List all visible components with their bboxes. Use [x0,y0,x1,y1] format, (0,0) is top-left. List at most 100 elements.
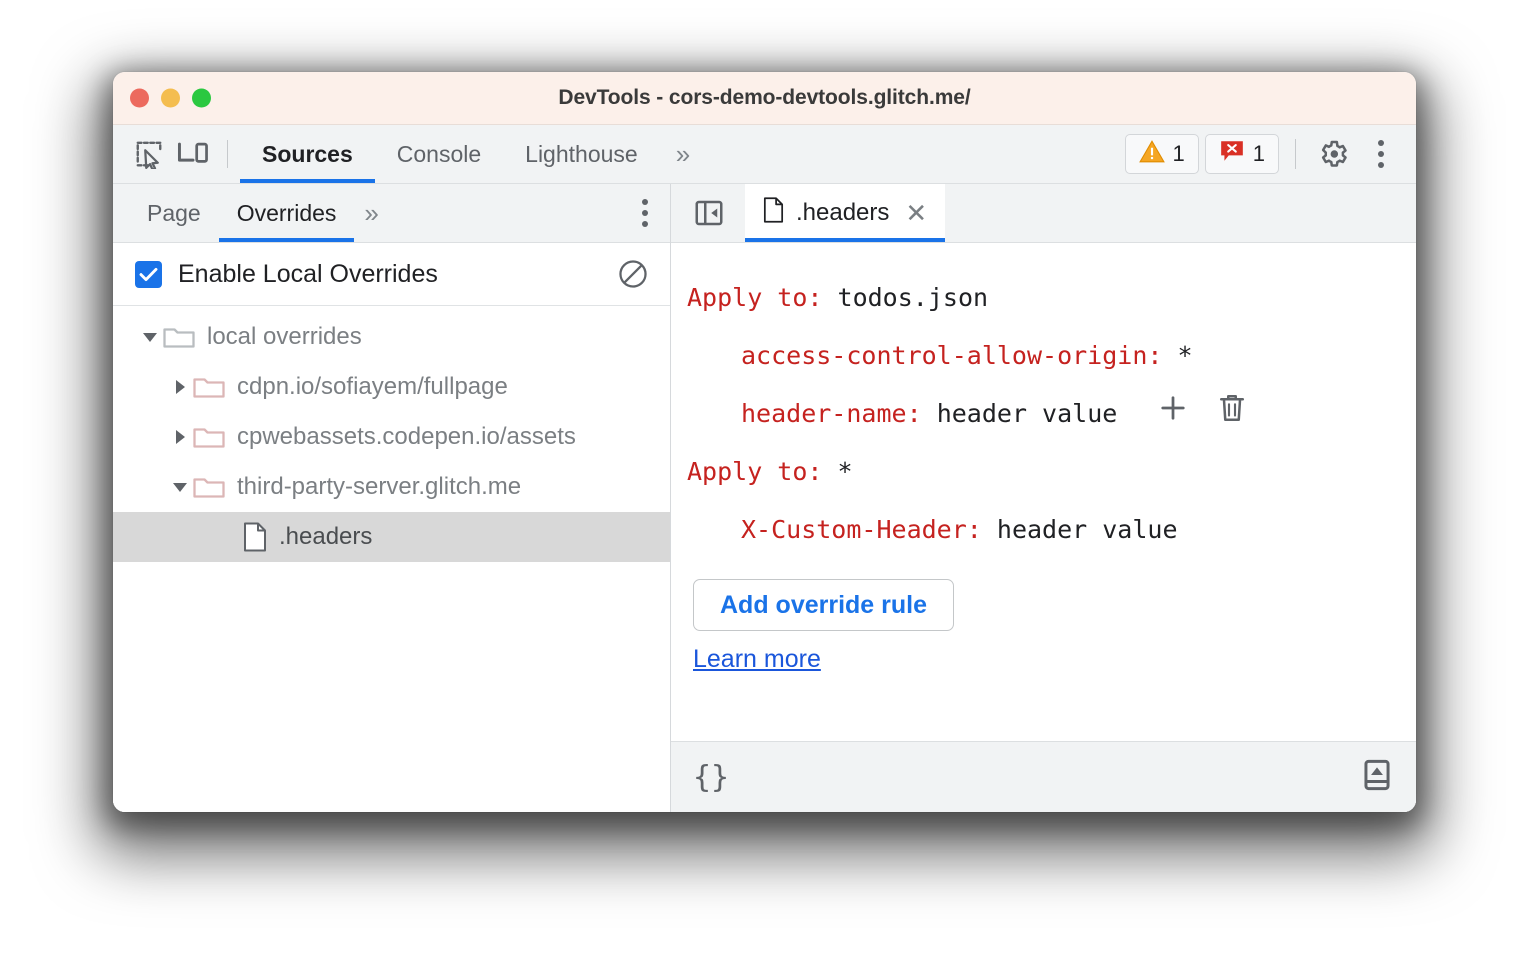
close-icon[interactable]: ✕ [905,200,927,226]
navigator-kebab-dots [642,199,648,227]
inspect-element-icon[interactable] [127,132,171,176]
headers-editor-view: Apply to: todos.json access-control-allo… [671,243,1416,741]
navigator-menu-kebab-icon[interactable] [642,184,648,242]
navigator-tab-bar: Page Overrides » [113,184,670,243]
more-panels-glyph: » [675,138,691,169]
tab-sources-label: Sources [262,140,353,167]
more-panels-chevron-icon[interactable]: » [660,125,706,183]
header-row[interactable]: header-name: header value [671,385,1416,443]
devtools-panel-tabs: Sources Console Lighthouse » [240,125,706,183]
editor-tab-headers[interactable]: .headers ✕ [745,184,946,242]
toolbar-divider [227,140,228,168]
error-count-value: 1 [1252,141,1265,166]
header-row-actions [1158,386,1246,444]
tree-row-label: local overrides [207,323,362,350]
tree-row-label: cpwebassets.codepen.io/assets [237,423,576,450]
header-value[interactable]: * [1178,341,1193,370]
warning-count-button[interactable]: 1 [1124,134,1199,174]
nav-tab-page-label: Page [147,199,201,226]
nav-tab-page[interactable]: Page [129,184,219,242]
devtools-main-toolbar: Sources Console Lighthouse » 1 1 [113,125,1416,184]
file-icon [763,196,784,230]
apply-to-label: Apply to: [687,283,823,312]
learn-more-link[interactable]: Learn more [693,645,1416,674]
folder-icon [163,324,195,350]
add-rule-area: Add override rule [671,559,1416,631]
minimize-window-button[interactable] [161,88,180,108]
collapse-sidebar-icon[interactable] [685,184,733,242]
navigator-pane: Page Overrides » Enable Local Overrides … [113,184,671,812]
apply-to-value[interactable]: * [838,457,853,486]
devtools-body: Page Overrides » Enable Local Overrides … [113,184,1416,812]
editor-status-bar: {} [671,741,1416,812]
gear-icon[interactable] [1312,133,1354,175]
clear-configuration-icon[interactable] [616,257,650,291]
close-window-button[interactable] [130,88,149,108]
header-row[interactable]: access-control-allow-origin: * [671,327,1416,385]
screenshot-canvas: DevTools - cors-demo-devtools.glitch.me/ [0,0,1526,960]
header-value[interactable]: header value [997,515,1178,544]
toolbar-divider-right [1295,139,1296,169]
plus-icon[interactable] [1158,386,1188,444]
tree-row-label: third-party-server.glitch.me [237,473,522,500]
show-drawer-icon[interactable] [1360,758,1394,797]
tab-lighthouse[interactable]: Lighthouse [503,125,660,183]
apply-to-label: Apply to: [687,457,823,486]
navigator-more-glyph: » [364,197,379,228]
warning-triangle-icon [1138,139,1165,169]
enable-local-overrides-checkbox[interactable] [135,260,162,288]
tree-row[interactable]: local overrides [113,312,670,362]
header-name[interactable]: access-control-allow-origin: [741,341,1162,370]
window-title-bar: DevTools - cors-demo-devtools.glitch.me/ [113,72,1416,125]
nav-tab-overrides-label: Overrides [236,199,337,226]
folder-icon [193,374,225,400]
chevron-down-icon[interactable] [137,331,163,343]
apply-to-row[interactable]: Apply to: * [671,443,1416,501]
tree-row[interactable]: third-party-server.glitch.me [113,462,670,512]
enable-local-overrides-row[interactable]: Enable Local Overrides [113,243,670,306]
folder-icon [193,474,225,500]
traffic-light-buttons [130,88,211,108]
trash-icon[interactable] [1218,386,1246,444]
error-count-button[interactable]: 1 [1204,134,1279,174]
tree-row-label: cdpn.io/sofiayem/fullpage [237,373,508,400]
chevron-right-icon[interactable] [167,429,193,445]
header-row[interactable]: X-Custom-Header: header value [671,501,1416,559]
tab-console[interactable]: Console [375,125,503,183]
header-name[interactable]: header-name: [741,399,922,428]
enable-local-overrides-label: Enable Local Overrides [178,259,438,288]
tab-lighthouse-label: Lighthouse [525,140,638,167]
tab-console-label: Console [396,140,482,167]
file-icon [243,522,267,552]
folder-icon [193,424,225,450]
navigator-more-tabs-chevron-icon[interactable]: » [354,184,388,242]
tree-row[interactable]: .headers [113,512,670,562]
editor-pane: .headers ✕ Apply to: todos.json access-c… [671,184,1416,812]
maximize-window-button[interactable] [192,88,211,108]
add-override-rule-button[interactable]: Add override rule [693,579,954,631]
tree-row-label: .headers [279,523,373,550]
overrides-file-tree: local overrides cdpn.io/sofiayem/fullpag… [113,306,670,812]
editor-tab-label: .headers [796,199,890,226]
tree-row[interactable]: cdpn.io/sofiayem/fullpage [113,362,670,412]
editor-tab-bar: .headers ✕ [671,184,1416,243]
apply-to-value[interactable]: todos.json [838,283,989,312]
devtools-window: DevTools - cors-demo-devtools.glitch.me/ [113,72,1416,812]
chevron-right-icon[interactable] [167,379,193,395]
device-toolbar-icon[interactable] [171,132,215,176]
window-title: DevTools - cors-demo-devtools.glitch.me/ [558,86,971,109]
chevron-down-icon[interactable] [167,481,193,493]
checkmark-icon [139,267,158,281]
pretty-print-button[interactable]: {} [693,760,729,795]
main-menu-kebab-icon[interactable] [1360,133,1402,175]
error-bubble-icon [1219,139,1245,169]
nav-tab-overrides[interactable]: Overrides [218,184,355,242]
warning-count-value: 1 [1172,141,1185,166]
header-value[interactable]: header value [937,399,1118,428]
header-name[interactable]: X-Custom-Header: [741,515,982,544]
kebab-dots [1378,140,1384,168]
tab-sources[interactable]: Sources [240,125,375,183]
devtools-toolbar-right: 1 1 [1124,125,1403,183]
apply-to-row[interactable]: Apply to: todos.json [671,269,1416,327]
tree-row[interactable]: cpwebassets.codepen.io/assets [113,412,670,462]
